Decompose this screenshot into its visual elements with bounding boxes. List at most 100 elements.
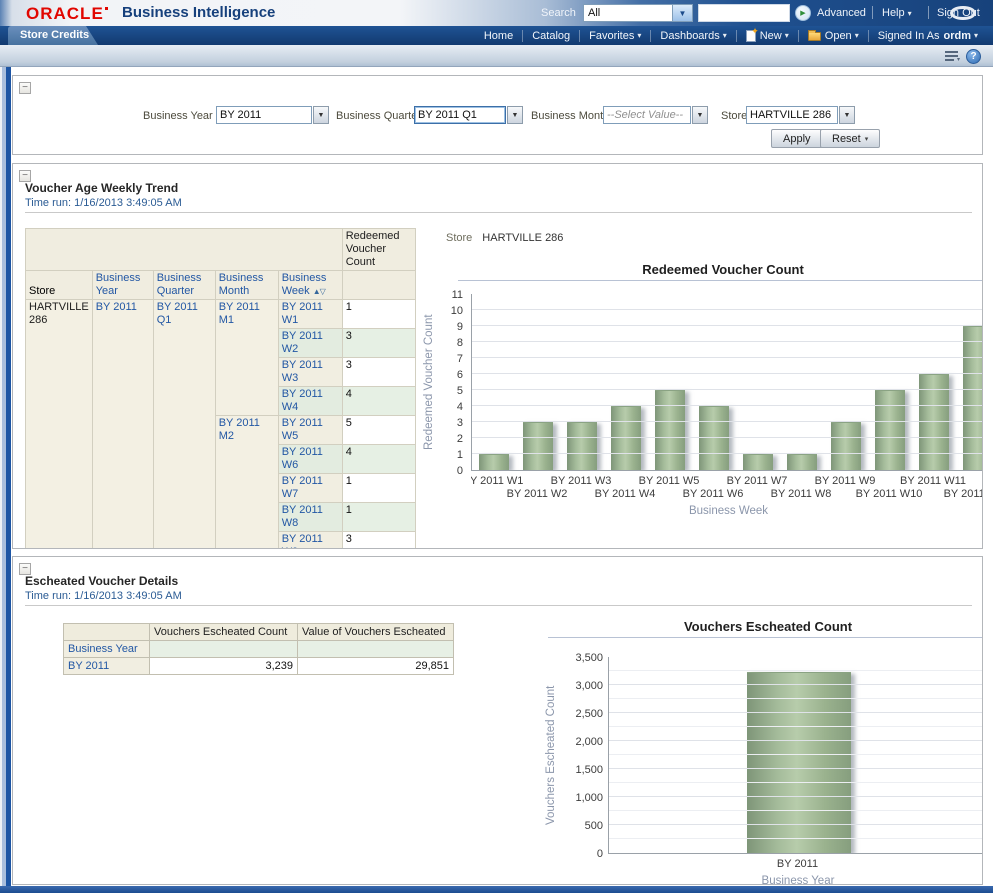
bar-BY 2011 W5[interactable] [655,390,685,470]
apply-button[interactable]: Apply [771,129,823,148]
oracle-trademark-icon [105,7,108,10]
bar-BY 2011 W6[interactable] [699,406,729,470]
chevron-down-icon: ▾ [785,31,789,40]
y-axis: 05001,0001,5002,0002,5003,0003,500 [559,657,607,854]
table-cell[interactable]: BY 2011 M1 [215,300,278,416]
bar-BY 2011 W7[interactable] [743,454,773,470]
x-tick-label: BY 2011 [777,858,818,870]
page-help-icon[interactable]: ? [966,49,981,64]
dropdown-icon[interactable]: ▼ [692,106,708,124]
business-year-select[interactable]: BY 2011 ▼ [216,106,329,124]
time-run: Time run: 1/16/2013 3:49:05 AM [25,197,182,209]
nav-favorites[interactable]: Favorites▾ [580,30,650,42]
chart-title: Redeemed Voucher Count [458,262,983,277]
banner-right: Search All ▼ ▶ Advanced Help▾ Sign Out [500,0,993,26]
gridline [472,373,983,374]
x-tick-label: BY 2011 W3 [551,475,612,487]
table-cell[interactable]: BY 2011 W3 [278,358,342,387]
tab-store-credits[interactable]: Store Credits [8,26,98,45]
cell-escheated-count: 3,239 [150,658,298,675]
table-cell[interactable]: BY 2011 W1 [278,300,342,329]
help-menu[interactable]: Help▾ [882,7,912,19]
bar-BY 2011 W9[interactable] [831,422,861,470]
table-cell[interactable]: BY 2011 M2 [215,416,278,550]
table-cell[interactable]: BY 2011 W9 [278,532,342,550]
page-bottom-border [0,886,993,893]
minor-gridline [609,726,983,727]
table-cell[interactable]: BY 2011 W2 [278,329,342,358]
x-tick-label: BY 2011 W6 [683,488,744,500]
col-header-business-year[interactable]: Business Year [92,271,153,300]
sort-icons[interactable]: ▲▽ [313,287,325,296]
search-scope-select[interactable]: All ▼ [583,4,693,22]
measure-header[interactable]: Redeemed Voucher Count [342,229,415,271]
bar-BY 2011 W10[interactable] [875,390,905,470]
obiee-dashboard: ORACLE Business Intelligence Search All … [0,0,993,893]
table-cell: HARTVILLE 286 [26,300,93,550]
nav-open[interactable]: Open▾ [799,30,868,42]
search-scope-dropdown-icon[interactable]: ▼ [672,5,692,21]
bar-BY 2011 W12[interactable] [963,326,983,470]
table-cell[interactable]: BY 2011 Q1 [153,300,215,550]
chevron-down-icon: ▾ [637,31,641,40]
dropdown-icon[interactable]: ▼ [313,106,329,124]
table-cell[interactable]: BY 2011 W5 [278,416,342,445]
x-tick-label: BY 2011 W10 [856,488,923,500]
bar-BY 2011 W3[interactable] [567,422,597,470]
nav-home[interactable]: Home [475,30,522,42]
y-tick-label: 2,000 [575,736,603,748]
nav-catalog[interactable]: Catalog [523,30,579,42]
bar-BY 2011 W1[interactable] [479,454,509,470]
y-tick-label: 2,500 [575,708,603,720]
table-cell: 4 [342,445,415,474]
row-header-business-year[interactable]: Business Year [64,641,150,658]
chevron-down-icon: ▾ [974,31,978,40]
chevron-down-icon: ▾ [908,9,912,18]
chart-context: StoreHARTVILLE 286 [446,232,563,244]
table-cell[interactable]: BY 2011 W6 [278,445,342,474]
page-options-icon[interactable]: ▾ [945,51,959,61]
business-year-label: Business Year [143,110,213,122]
nav-new[interactable]: ✦New▾ [737,30,798,42]
cell-business-year[interactable]: BY 2011 [64,658,150,675]
collapse-icon[interactable]: − [19,82,31,94]
business-quarter-select[interactable]: BY 2011 Q1 ▼ [414,106,523,124]
business-month-select[interactable]: --Select Value-- ▼ [603,106,708,124]
advanced-link[interactable]: Advanced [817,7,866,19]
table-row: HARTVILLE 286BY 2011BY 2011 Q1BY 2011 M1… [26,300,416,329]
y-tick-label: 7 [457,353,463,365]
table-cell[interactable]: BY 2011 W7 [278,474,342,503]
prompt-panel: − Business Year BY 2011 ▼ Business Quart… [12,75,983,155]
dropdown-icon[interactable]: ▼ [507,106,523,124]
col-header-business-quarter[interactable]: Business Quarter [153,271,215,300]
gridline [609,796,983,797]
table-cell[interactable]: BY 2011 W8 [278,503,342,532]
open-folder-icon [808,32,821,41]
oracle-logo: ORACLE [26,4,108,24]
table-cell[interactable]: BY 2011 [92,300,153,550]
col-header-business-week[interactable]: Business Week ▲▽ [278,271,342,300]
search-input[interactable] [698,4,790,22]
x-tick-label: BY 2011 W5 [639,475,700,487]
dashboard-tabbar: Store Credits Home Catalog Favorites▾ Da… [0,26,993,45]
x-tick-label: BY 2011 W8 [771,488,832,500]
bar-BY 2011 W8[interactable] [787,454,817,470]
table-cell[interactable]: BY 2011 W4 [278,387,342,416]
gridline [472,405,983,406]
x-tick-label: BY 2011 W9 [815,475,876,487]
bar-BY 2011 W2[interactable] [523,422,553,470]
store-select[interactable]: HARTVILLE 286 ▼ [746,106,855,124]
bar-BY 2011 W4[interactable] [611,406,641,470]
col-header-escheated-value[interactable]: Value of Vouchers Escheated [298,624,454,641]
col-header-store[interactable]: Store [26,271,93,300]
x-tick-label: BY 2011 W4 [595,488,656,500]
dropdown-icon[interactable]: ▼ [839,106,855,124]
search-go-icon[interactable]: ▶ [795,5,811,21]
col-header-business-month[interactable]: Business Month [215,271,278,300]
reset-button[interactable]: Reset▾ [820,129,880,148]
gridline [472,309,983,310]
signed-in-as[interactable]: Signed In Asordm▾ [869,30,987,42]
business-month-label: Business Month [531,110,609,122]
nav-dashboards[interactable]: Dashboards▾ [651,30,735,42]
col-header-escheated-count[interactable]: Vouchers Escheated Count [150,624,298,641]
